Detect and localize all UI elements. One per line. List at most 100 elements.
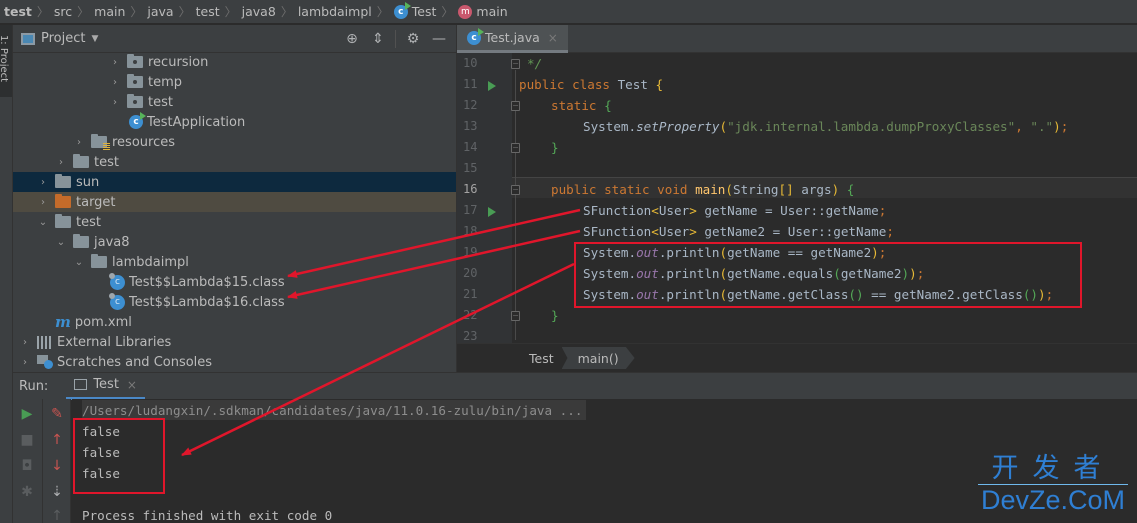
clear-icon[interactable]: ✎ xyxy=(43,403,71,425)
chevron-right-icon[interactable]: › xyxy=(37,197,49,208)
spring-application-icon: c xyxy=(129,112,146,129)
rerun-icon[interactable]: ▶ xyxy=(13,403,41,425)
fold-end-icon[interactable]: − xyxy=(511,59,520,69)
collapse-all-icon[interactable]: ⇕ xyxy=(367,28,389,50)
chevron-right-icon[interactable]: › xyxy=(19,357,31,368)
method-icon: m xyxy=(458,4,473,19)
chevron-right-icon[interactable]: › xyxy=(109,97,121,108)
tree-item-scratches[interactable]: › Scratches and Consoles xyxy=(13,352,456,372)
tree-item-lambda16-class[interactable]: c Test$$Lambda$16.class xyxy=(13,292,456,312)
down-icon[interactable]: ↓ xyxy=(43,455,71,477)
close-icon[interactable]: × xyxy=(548,31,558,45)
tree-item-external-libraries[interactable]: › External Libraries xyxy=(13,332,456,352)
folder-icon xyxy=(73,154,89,168)
tree-item-target[interactable]: › target xyxy=(13,192,456,212)
code-token: ( xyxy=(725,182,733,197)
code-line-13[interactable]: System. setProperty("jdk.internal.lambda.… xyxy=(583,116,1068,137)
tree-item-label: Test$$Lambda$15.class xyxy=(129,274,285,290)
chevron-right-icon[interactable]: › xyxy=(109,77,121,88)
editor-breadcrumb-test[interactable]: Test xyxy=(521,347,562,369)
code-line-16[interactable]: public static void main(String[] args) { xyxy=(551,179,854,200)
breadcrumb-separator: 〉 xyxy=(224,5,237,19)
tree-item-label: java8 xyxy=(94,234,130,250)
chevron-down-icon[interactable]: ⌄ xyxy=(73,257,85,268)
chevron-down-icon[interactable]: ⌄ xyxy=(55,237,67,248)
debug-icon[interactable]: ✱ xyxy=(13,481,41,503)
package-icon xyxy=(127,74,143,88)
code-line-14[interactable]: } xyxy=(551,137,559,158)
tree-item-sun[interactable]: › sun xyxy=(13,172,456,192)
code-line-22[interactable]: } xyxy=(551,305,559,326)
breadcrumb-lambdaimpl[interactable]: lambdaimpl xyxy=(298,4,372,19)
code-line-18[interactable]: SFunction < User > getName2 = User::getName… xyxy=(583,221,894,242)
tree-item-lambda15-class[interactable]: c Test$$Lambda$15.class xyxy=(13,272,456,292)
breadcrumb-main[interactable]: main xyxy=(94,4,125,19)
sort-icon[interactable]: ⇣ xyxy=(43,481,71,503)
tree-item-pom-xml[interactable]: m pom.xml xyxy=(13,312,456,332)
chevron-right-icon[interactable]: › xyxy=(109,57,121,68)
code-line-17[interactable]: SFunction < User > getName = User::getName; xyxy=(583,200,886,221)
compiled-class-icon: c xyxy=(109,272,125,290)
run-gutter-icon[interactable] xyxy=(488,81,496,91)
tree-item-java8[interactable]: ⌄ java8 xyxy=(13,232,456,252)
code-line-11[interactable]: public class Test { xyxy=(519,74,663,95)
tree-item-label: temp xyxy=(148,74,183,90)
fold-start-icon[interactable]: − xyxy=(511,185,520,195)
fold-end-icon[interactable]: − xyxy=(511,143,520,153)
settings-icon[interactable]: ⚙ xyxy=(402,28,424,50)
line-number: 11 xyxy=(463,77,478,91)
excluded-folder-icon xyxy=(55,194,71,208)
tree-item-temp[interactable]: › temp xyxy=(13,72,456,92)
chevron-right-icon[interactable]: › xyxy=(37,177,49,188)
editor-breadcrumb-main[interactable]: main() xyxy=(561,347,635,369)
tree-item-test-package[interactable]: › test xyxy=(13,92,456,112)
code-line-12[interactable]: static { xyxy=(551,95,612,116)
package-icon xyxy=(127,54,143,68)
line-number: 14 xyxy=(463,140,478,154)
run-gutter-icon[interactable] xyxy=(488,207,496,217)
chevron-right-icon[interactable]: › xyxy=(73,137,85,148)
breadcrumb-label: main xyxy=(476,4,508,19)
project-tool-window-button[interactable]: 1: Project xyxy=(0,25,12,97)
run-tab-test[interactable]: Test × xyxy=(66,373,145,400)
code-token: { xyxy=(604,98,612,113)
project-view-selector[interactable]: Project xyxy=(41,31,85,46)
folder-icon xyxy=(55,174,71,188)
run-toolbar-secondary: ✎ ↑ ↓ ⇣ ↑ xyxy=(43,399,71,523)
breadcrumb-test-class[interactable]: c Test xyxy=(393,1,437,19)
stop-icon[interactable]: ■ xyxy=(13,429,41,451)
breadcrumb-java[interactable]: java xyxy=(147,4,173,19)
tree-item-resources[interactable]: › resources xyxy=(13,132,456,152)
line-number: 20 xyxy=(463,266,478,280)
up-icon[interactable]: ↑ xyxy=(43,429,71,451)
breadcrumb-src[interactable]: src xyxy=(54,4,72,19)
chevron-right-icon[interactable]: › xyxy=(19,337,31,348)
breadcrumb-test-package[interactable]: test xyxy=(196,4,220,19)
chevron-down-icon[interactable]: ▼ xyxy=(91,34,98,44)
code-token: public class xyxy=(519,77,618,92)
breadcrumb-test[interactable]: test xyxy=(4,4,32,19)
tree-item-test-output[interactable]: ⌄ test xyxy=(13,212,456,232)
breadcrumb-main-method[interactable]: m main xyxy=(458,4,508,19)
tree-item-test-folder[interactable]: › test xyxy=(13,152,456,172)
locate-icon[interactable]: ⊕ xyxy=(341,28,363,50)
screenshot-icon[interactable]: ◘ xyxy=(13,455,41,477)
tree-item-label: Test$$Lambda$16.class xyxy=(129,294,285,310)
code-token: String xyxy=(733,182,779,197)
tree-item-testapplication[interactable]: c TestApplication xyxy=(13,112,456,132)
code-token: } xyxy=(551,308,559,323)
fold-start-icon[interactable]: − xyxy=(511,101,520,111)
hide-icon[interactable]: — xyxy=(428,28,450,50)
fold-end-icon[interactable]: − xyxy=(511,311,520,321)
code-line-10[interactable]: */ xyxy=(527,53,542,74)
breadcrumb-java8[interactable]: java8 xyxy=(242,4,276,19)
close-icon[interactable]: × xyxy=(127,378,137,392)
tab-test-java[interactable]: c Test.java × xyxy=(457,25,568,53)
scroll-up-icon[interactable]: ↑ xyxy=(43,505,71,523)
chevron-down-icon[interactable]: ⌄ xyxy=(37,217,49,228)
chevron-right-icon[interactable]: › xyxy=(55,157,67,168)
tree-item-recursion[interactable]: › recursion xyxy=(13,52,456,72)
breadcrumb-label: Test xyxy=(411,4,437,19)
runnable-class-icon: c xyxy=(467,27,484,45)
tree-item-lambdaimpl[interactable]: ⌄ lambdaimpl xyxy=(13,252,456,272)
